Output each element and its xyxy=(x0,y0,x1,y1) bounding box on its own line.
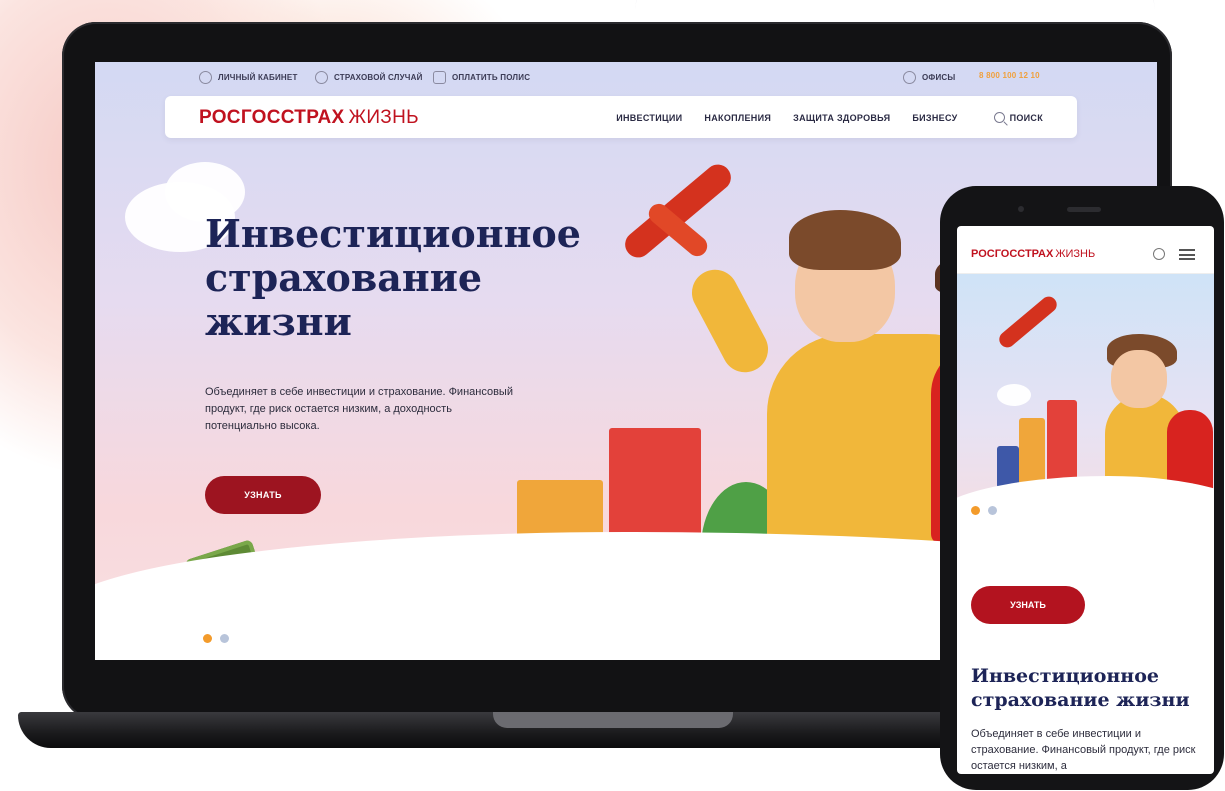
search-button[interactable]: ПОИСК xyxy=(993,112,1043,123)
pay-policy-link[interactable]: ОПЛАТИТЬ ПОЛИС xyxy=(433,71,530,84)
mobile-brand-logo[interactable]: РОСГОССТРАХ ЖИЗНЬ xyxy=(971,248,1095,260)
main-navigation: РОСГОССТРАХ ЖИЗНЬ ИНВЕСТИЦИИ НАКОПЛЕНИЯ З… xyxy=(165,96,1077,138)
mobile-header: РОСГОССТРАХ ЖИЗНЬ xyxy=(957,234,1214,274)
mobile-site: РОСГОССТРАХ ЖИЗНЬ УЗНАТЬ Инвестиционное с… xyxy=(957,226,1214,774)
phone-speaker xyxy=(1067,207,1101,212)
cloud-illustration xyxy=(997,384,1031,406)
boy-illustration-arm xyxy=(683,261,777,381)
wallet-icon xyxy=(433,71,446,84)
offices-link[interactable]: ОФИСЫ xyxy=(903,71,955,84)
brand-name: РОСГОССТРАХ xyxy=(971,248,1054,260)
cabinet-label: ЛИЧНЫЙ КАБИНЕТ xyxy=(218,73,298,82)
brand-name: РОСГОССТРАХ xyxy=(199,107,345,128)
phone-camera xyxy=(1018,206,1024,212)
brand-logo[interactable]: РОСГОССТРАХ ЖИЗНЬ xyxy=(199,107,419,129)
shield-icon xyxy=(315,71,328,84)
nav-item-health-protection[interactable]: ЗАЩИТА ЗДОРОВЬЯ xyxy=(793,113,890,123)
nav-item-savings[interactable]: НАКОПЛЕНИЯ xyxy=(704,113,771,123)
slider-dot[interactable] xyxy=(988,506,997,515)
nav-item-investments[interactable]: ИНВЕСТИЦИИ xyxy=(616,113,682,123)
learn-more-button[interactable]: УЗНАТЬ xyxy=(205,476,321,514)
menu-icon[interactable] xyxy=(1179,249,1195,260)
brand-suffix: ЖИЗНЬ xyxy=(1055,248,1096,260)
slider-dot-active[interactable] xyxy=(971,506,980,515)
insurance-case-label: СТРАХОВОЙ СЛУЧАЙ xyxy=(334,73,423,82)
pay-policy-label: ОПЛАТИТЬ ПОЛИС xyxy=(452,73,531,82)
hero-description: Объединяет в себе инвестиции и страхован… xyxy=(205,386,513,432)
slider-dot-active[interactable] xyxy=(203,634,212,643)
utility-bar: ЛИЧНЫЙ КАБИНЕТ СТРАХОВОЙ СЛУЧАЙ ОПЛАТИТЬ… xyxy=(95,62,1157,94)
insurance-case-link[interactable]: СТРАХОВОЙ СЛУЧАЙ xyxy=(315,71,423,84)
slider-dots xyxy=(203,634,229,643)
user-icon xyxy=(199,71,212,84)
mobile-slider-dots xyxy=(971,506,997,515)
search-label: ПОИСК xyxy=(1009,112,1043,123)
offices-label: ОФИСЫ xyxy=(922,73,956,82)
mobile-learn-more-button[interactable]: УЗНАТЬ xyxy=(971,586,1085,624)
mobile-hero-description: Объединяет в себе инвестиции и страхован… xyxy=(971,728,1196,772)
nav-menu: ИНВЕСТИЦИИ НАКОПЛЕНИЯ ЗАЩИТА ЗДОРОВЬЯ БИ… xyxy=(616,112,1043,123)
phone-number: 8 800 100 12 10 xyxy=(979,71,1040,80)
boy-illustration-hair xyxy=(789,210,901,270)
toy-plane-illustration xyxy=(996,293,1060,351)
boy-illustration-head xyxy=(1111,350,1167,408)
brand-suffix: ЖИЗНЬ xyxy=(348,107,419,128)
laptop-notch xyxy=(493,712,733,728)
mobile-hero-title: Инвестиционное страхование жизни xyxy=(971,665,1190,711)
phone-link[interactable]: 8 800 100 12 10 xyxy=(979,71,1040,80)
search-icon xyxy=(993,112,1005,123)
slider-dot[interactable] xyxy=(220,634,229,643)
nav-item-business[interactable]: БИЗНЕСУ xyxy=(912,113,957,123)
toy-plane-illustration xyxy=(619,159,737,263)
cabinet-link[interactable]: ЛИЧНЫЙ КАБИНЕТ xyxy=(199,71,298,84)
location-pin-icon xyxy=(903,71,916,84)
mobile-hero-wave xyxy=(957,476,1214,596)
hero-title: Инвестиционное страхование жизни xyxy=(205,211,581,344)
user-icon[interactable] xyxy=(1153,248,1165,260)
